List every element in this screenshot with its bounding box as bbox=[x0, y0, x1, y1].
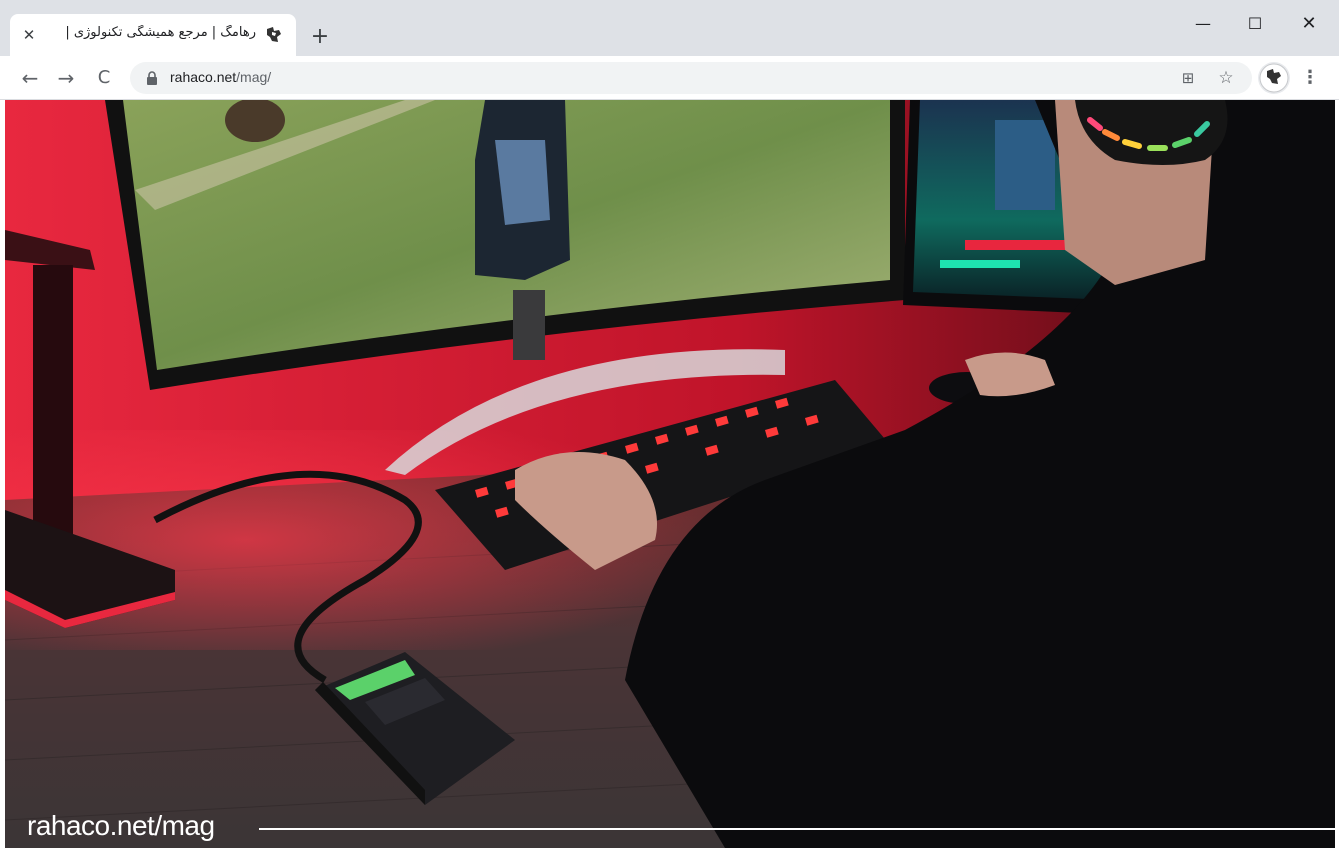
new-tab-button[interactable]: + bbox=[306, 24, 334, 52]
page-viewport: rahaco.net/mag bbox=[5, 100, 1335, 848]
browser-window: رهامگ | مرجع همیشگی تکنولوژی | ✕ + — ☐ ✕… bbox=[0, 0, 1339, 848]
translate-icon[interactable]: ⊞ bbox=[1178, 68, 1198, 88]
watermark-divider bbox=[259, 828, 1335, 830]
back-button[interactable]: ← bbox=[16, 64, 44, 92]
tab-title: رهامگ | مرجع همیشگی تکنولوژی | bbox=[65, 25, 256, 40]
url-path: /mag/ bbox=[236, 69, 272, 85]
bookmark-star-icon[interactable]: ☆ bbox=[1216, 68, 1236, 88]
maximize-button[interactable]: ☐ bbox=[1232, 8, 1278, 40]
watermark-text: rahaco.net/mag bbox=[27, 810, 215, 842]
close-window-button[interactable]: ✕ bbox=[1286, 8, 1332, 40]
tab-strip: رهامگ | مرجع همیشگی تکنولوژی | ✕ + — ☐ ✕ bbox=[0, 0, 1339, 56]
profile-avatar[interactable] bbox=[1258, 62, 1290, 94]
tab-rahamag[interactable]: رهامگ | مرجع همیشگی تکنولوژی | ✕ bbox=[10, 14, 296, 56]
reload-button[interactable]: C bbox=[90, 64, 118, 92]
browser-toolbar: ← → C rahaco.net/mag/ ⊞ ☆ bbox=[0, 56, 1339, 100]
rahaco-icon bbox=[267, 27, 281, 42]
minimize-button[interactable]: — bbox=[1180, 8, 1226, 40]
address-bar[interactable]: rahaco.net/mag/ ⊞ ☆ bbox=[130, 62, 1252, 94]
browser-menu-icon[interactable]: ⋮ bbox=[1300, 64, 1320, 92]
watermark-suffix: mag bbox=[161, 810, 215, 841]
watermark-prefix: rahaco.net/ bbox=[27, 810, 162, 841]
url-text: rahaco.net/mag/ bbox=[170, 69, 271, 85]
url-host: rahaco.net bbox=[170, 69, 237, 85]
gaming-desk-image bbox=[5, 100, 1335, 848]
lock-icon bbox=[147, 71, 157, 85]
forward-button[interactable]: → bbox=[52, 64, 80, 92]
rahaco-avatar-icon bbox=[1259, 63, 1289, 93]
close-tab-icon[interactable]: ✕ bbox=[18, 24, 40, 46]
